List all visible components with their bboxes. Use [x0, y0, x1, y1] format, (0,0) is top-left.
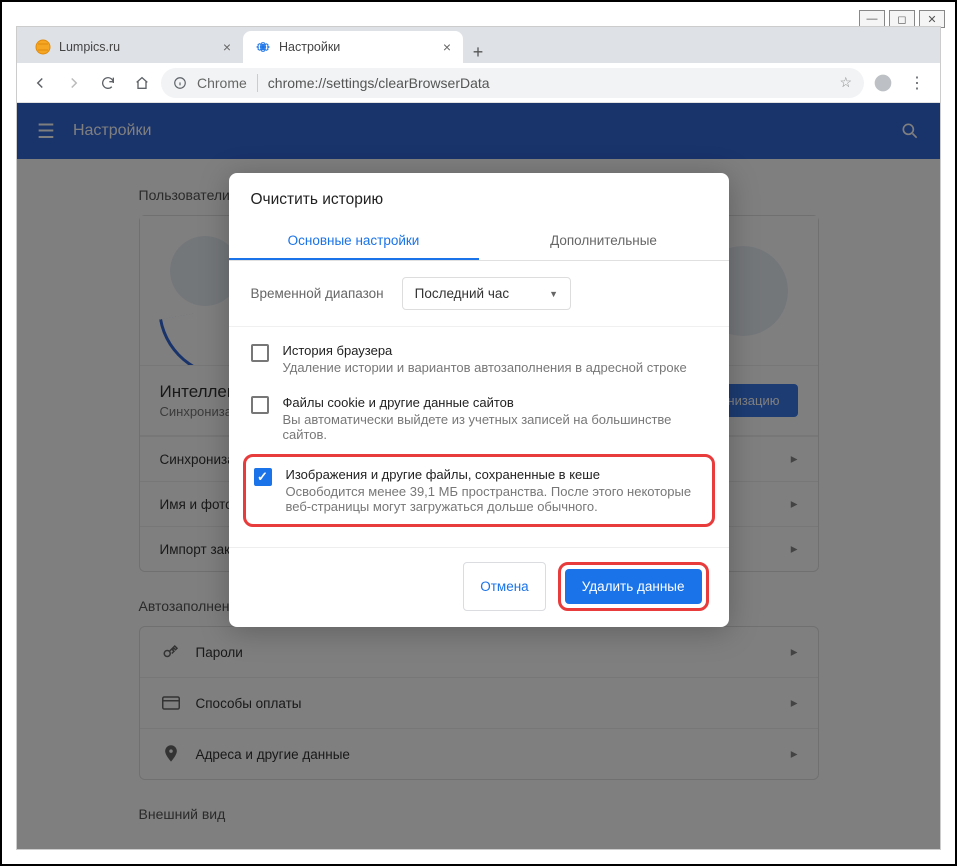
back-button[interactable]: [25, 68, 55, 98]
range-value: Последний час: [415, 286, 510, 301]
option-title: Файлы cookie и другие данные сайтов: [283, 395, 707, 410]
close-icon[interactable]: ×: [223, 39, 231, 55]
new-tab-button[interactable]: +: [463, 42, 493, 63]
dialog-title: Очистить историю: [229, 173, 729, 221]
checkbox-cache[interactable]: [254, 468, 272, 486]
url-text: chrome://settings/clearBrowserData: [268, 75, 490, 91]
time-range-row: Временной диапазон Последний час ▼: [229, 261, 729, 327]
tab-strip: Lumpics.ru × Настройки × +: [17, 27, 940, 63]
chrome-label: Chrome: [197, 75, 247, 91]
clear-data-dialog: Очистить историю Основные настройки Допо…: [229, 173, 729, 627]
time-range-select[interactable]: Последний час ▼: [402, 277, 571, 310]
dialog-actions: Отмена Удалить данные: [229, 547, 729, 617]
range-label: Временной диапазон: [251, 286, 384, 301]
reload-button[interactable]: [93, 68, 123, 98]
dialog-tabs: Основные настройки Дополнительные: [229, 221, 729, 261]
gear-icon: [255, 39, 271, 55]
tab-title: Lumpics.ru: [59, 40, 120, 54]
home-button[interactable]: [127, 68, 157, 98]
tab-title: Настройки: [279, 40, 340, 54]
browser-window: Lumpics.ru × Настройки × + Chrome chrome: [16, 26, 941, 850]
tab-settings[interactable]: Настройки ×: [243, 31, 463, 63]
tab-lumpics[interactable]: Lumpics.ru ×: [23, 31, 243, 63]
option-cookies[interactable]: Файлы cookie и другие данные сайтов Вы а…: [251, 385, 707, 452]
highlight-confirm: Удалить данные: [558, 562, 709, 611]
delete-data-button[interactable]: Удалить данные: [565, 569, 702, 604]
bookmark-icon[interactable]: ☆: [839, 74, 852, 91]
option-title: История браузера: [283, 343, 687, 358]
modal-overlay: Очистить историю Основные настройки Допо…: [17, 103, 940, 849]
option-cache[interactable]: Изображения и другие файлы, сохраненные …: [254, 463, 704, 518]
checkbox-history[interactable]: [251, 344, 269, 362]
app-window: — ◻ ✕ Lumpics.ru × Настройки × +: [0, 0, 957, 866]
tab-advanced[interactable]: Дополнительные: [479, 221, 729, 260]
highlight-cache-option: Изображения и другие файлы, сохраненные …: [243, 454, 715, 527]
options-list: История браузера Удаление истории и вари…: [229, 327, 729, 537]
option-history[interactable]: История браузера Удаление истории и вари…: [251, 333, 707, 385]
checkbox-cookies[interactable]: [251, 396, 269, 414]
address-bar[interactable]: Chrome chrome://settings/clearBrowserDat…: [161, 68, 864, 98]
orange-globe-icon: [35, 39, 51, 55]
option-title: Изображения и другие файлы, сохраненные …: [286, 467, 704, 482]
option-subtitle: Вы автоматически выйдете из учетных запи…: [283, 412, 707, 442]
close-icon[interactable]: ×: [443, 39, 451, 55]
option-subtitle: Освободится менее 39,1 МБ пространства. …: [286, 484, 704, 514]
profile-icon[interactable]: [868, 68, 898, 98]
content-area: ☰ Настройки Пользователи Интеллектуальн: [17, 103, 940, 849]
option-subtitle: Удаление истории и вариантов автозаполне…: [283, 360, 687, 375]
menu-icon[interactable]: ⋮: [902, 68, 932, 98]
chevron-down-icon: ▼: [549, 289, 558, 299]
browser-toolbar: Chrome chrome://settings/clearBrowserDat…: [17, 63, 940, 103]
tab-basic[interactable]: Основные настройки: [229, 221, 479, 260]
separator: [257, 74, 258, 92]
forward-button[interactable]: [59, 68, 89, 98]
cancel-button[interactable]: Отмена: [463, 562, 545, 611]
site-info-icon[interactable]: [173, 76, 187, 90]
